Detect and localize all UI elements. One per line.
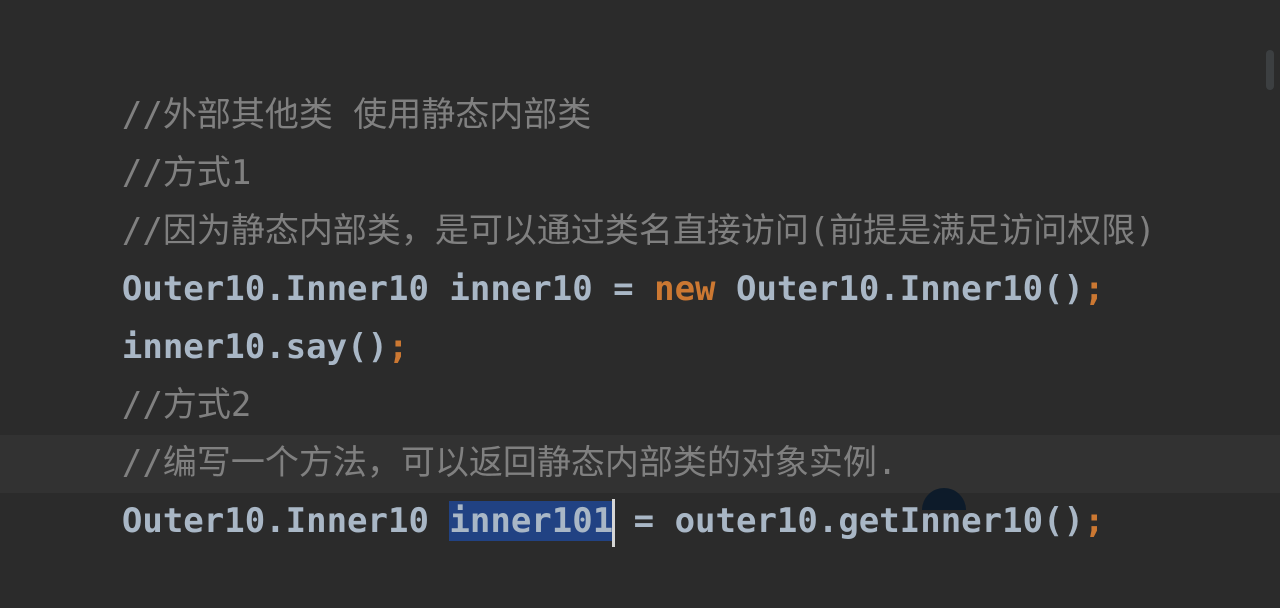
code-line-5[interactable]: inner10.say(); xyxy=(40,260,409,367)
code-line-1[interactable]: //外部其他类 使用静态内部类 xyxy=(40,28,591,135)
vertical-scrollbar[interactable] xyxy=(1266,50,1274,90)
code-text: Outer10.Inner10 xyxy=(121,501,450,541)
semicolon: ; xyxy=(1083,501,1105,541)
code-line-6[interactable]: //方式2 xyxy=(40,318,251,425)
selected-text[interactable]: inner101 xyxy=(449,501,614,541)
semicolon: ; xyxy=(1084,269,1105,309)
code-line-2[interactable]: //方式1 xyxy=(40,86,251,193)
code-line-4[interactable]: Outer10.Inner10 inner10 = new Outer10.In… xyxy=(40,202,1105,309)
keyword-new: new xyxy=(654,269,716,309)
code-line-7[interactable]: //编写一个方法，可以返回静态内部类的对象实例. xyxy=(40,376,897,483)
code-line-8[interactable]: Outer10.Inner10 inner101 = outer10.getIn… xyxy=(40,434,1104,547)
code-text: Outer10.Inner10() xyxy=(715,269,1084,309)
semicolon: ; xyxy=(388,327,409,367)
code-text: = outer10.getInner10() xyxy=(613,501,1084,541)
code-line-3[interactable]: //因为静态内部类，是可以通过类名直接访问(前提是满足访问权限) xyxy=(40,144,1156,251)
code-editor[interactable]: //外部其他类 使用静态内部类 //方式1 //因为静态内部类，是可以通过类名直… xyxy=(0,0,1280,547)
